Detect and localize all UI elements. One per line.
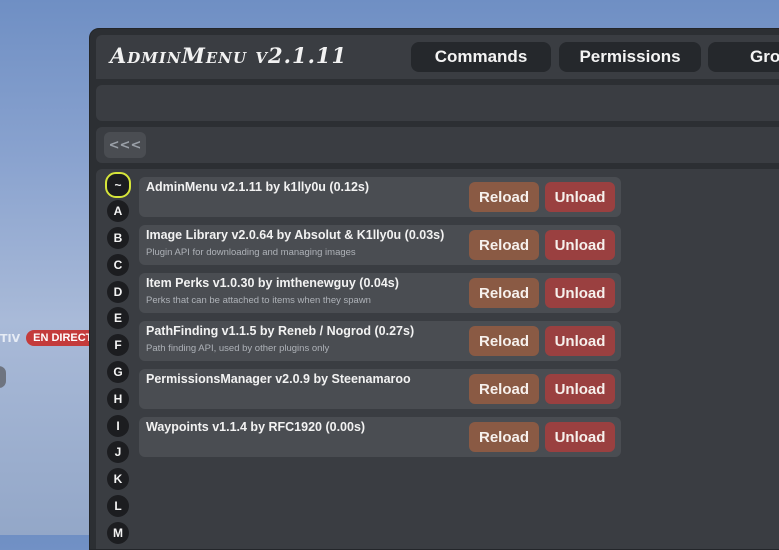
unload-button[interactable]: Unload <box>545 182 615 212</box>
stream-status: TIV EN DIRECT <box>0 329 100 347</box>
letter-filter-c[interactable]: C <box>107 254 129 276</box>
tab-permissions[interactable]: Permissions <box>559 42 701 72</box>
letter-filter-m[interactable]: M <box>107 522 129 544</box>
letter-filter-b[interactable]: B <box>107 227 129 249</box>
stream-prefix: TIV <box>0 331 21 345</box>
letter-filter-f[interactable]: F <box>107 334 129 356</box>
toolbar-bar <box>96 85 779 121</box>
title-bar: AdminMenu v2.1.11 Commands Permissions G… <box>96 35 779 79</box>
letter-filter-d[interactable]: D <box>107 281 129 303</box>
reload-button[interactable]: Reload <box>469 278 539 308</box>
plugin-description: Perks that can be attached to items when… <box>146 295 371 306</box>
letter-filter-l[interactable]: L <box>107 495 129 517</box>
plugin-panel: ~ A B C D E F G H I J K L M AdminMenu v2… <box>96 169 779 549</box>
plugin-description: Plugin API for downloading and managing … <box>146 247 356 258</box>
unload-button[interactable]: Unload <box>545 230 615 260</box>
letter-filter-h[interactable]: H <box>107 388 129 410</box>
plugin-name: Item Perks v1.0.30 by imthenewguy (0.04s… <box>146 276 399 290</box>
plugin-name: PathFinding v1.1.5 by Reneb / Nogrod (0.… <box>146 324 415 338</box>
unload-button[interactable]: Unload <box>545 422 615 452</box>
reload-button[interactable]: Reload <box>469 374 539 404</box>
unload-button[interactable]: Unload <box>545 374 615 404</box>
plugin-row: AdminMenu v2.1.11 by k1lly0u (0.12s) Rel… <box>139 177 621 217</box>
unload-button[interactable]: Unload <box>545 326 615 356</box>
letter-filter-i[interactable]: I <box>107 415 129 437</box>
plugin-name: AdminMenu v2.1.11 by k1lly0u (0.12s) <box>146 180 370 194</box>
letter-filter-e[interactable]: E <box>107 307 129 329</box>
reload-button[interactable]: Reload <box>469 422 539 452</box>
plugin-row: Waypoints v1.1.4 by RFC1920 (0.00s) Relo… <box>139 417 621 457</box>
letter-filter-k[interactable]: K <box>107 468 129 490</box>
reload-button[interactable]: Reload <box>469 182 539 212</box>
plugin-row: Item Perks v1.0.30 by imthenewguy (0.04s… <box>139 273 621 313</box>
letter-filter-g[interactable]: G <box>107 361 129 383</box>
letter-filter-a[interactable]: A <box>107 200 129 222</box>
unload-button[interactable]: Unload <box>545 278 615 308</box>
back-button[interactable]: <<< <box>104 132 146 158</box>
plugin-row: PermissionsManager v2.0.9 by Steenamaroo… <box>139 369 621 409</box>
letter-filter-j[interactable]: J <box>107 441 129 463</box>
app-title: AdminMenu v2.1.11 <box>110 43 348 68</box>
tab-commands[interactable]: Commands <box>411 42 551 72</box>
plugin-description: Path finding API, used by other plugins … <box>146 343 330 354</box>
navigation-row: <<< <box>96 127 779 163</box>
hud-indicator <box>0 366 6 388</box>
admin-menu-window: AdminMenu v2.1.11 Commands Permissions G… <box>89 28 779 550</box>
plugin-name: PermissionsManager v2.0.9 by Steenamaroo <box>146 372 411 386</box>
plugin-name: Waypoints v1.1.4 by RFC1920 (0.00s) <box>146 420 366 434</box>
plugin-row: Image Library v2.0.64 by Absolut & K1lly… <box>139 225 621 265</box>
letter-filter-all[interactable]: ~ <box>105 172 131 198</box>
reload-button[interactable]: Reload <box>469 326 539 356</box>
tab-groups[interactable]: Grou <box>708 42 779 72</box>
plugin-row: PathFinding v1.1.5 by Reneb / Nogrod (0.… <box>139 321 621 361</box>
plugin-name: Image Library v2.0.64 by Absolut & K1lly… <box>146 228 445 242</box>
reload-button[interactable]: Reload <box>469 230 539 260</box>
